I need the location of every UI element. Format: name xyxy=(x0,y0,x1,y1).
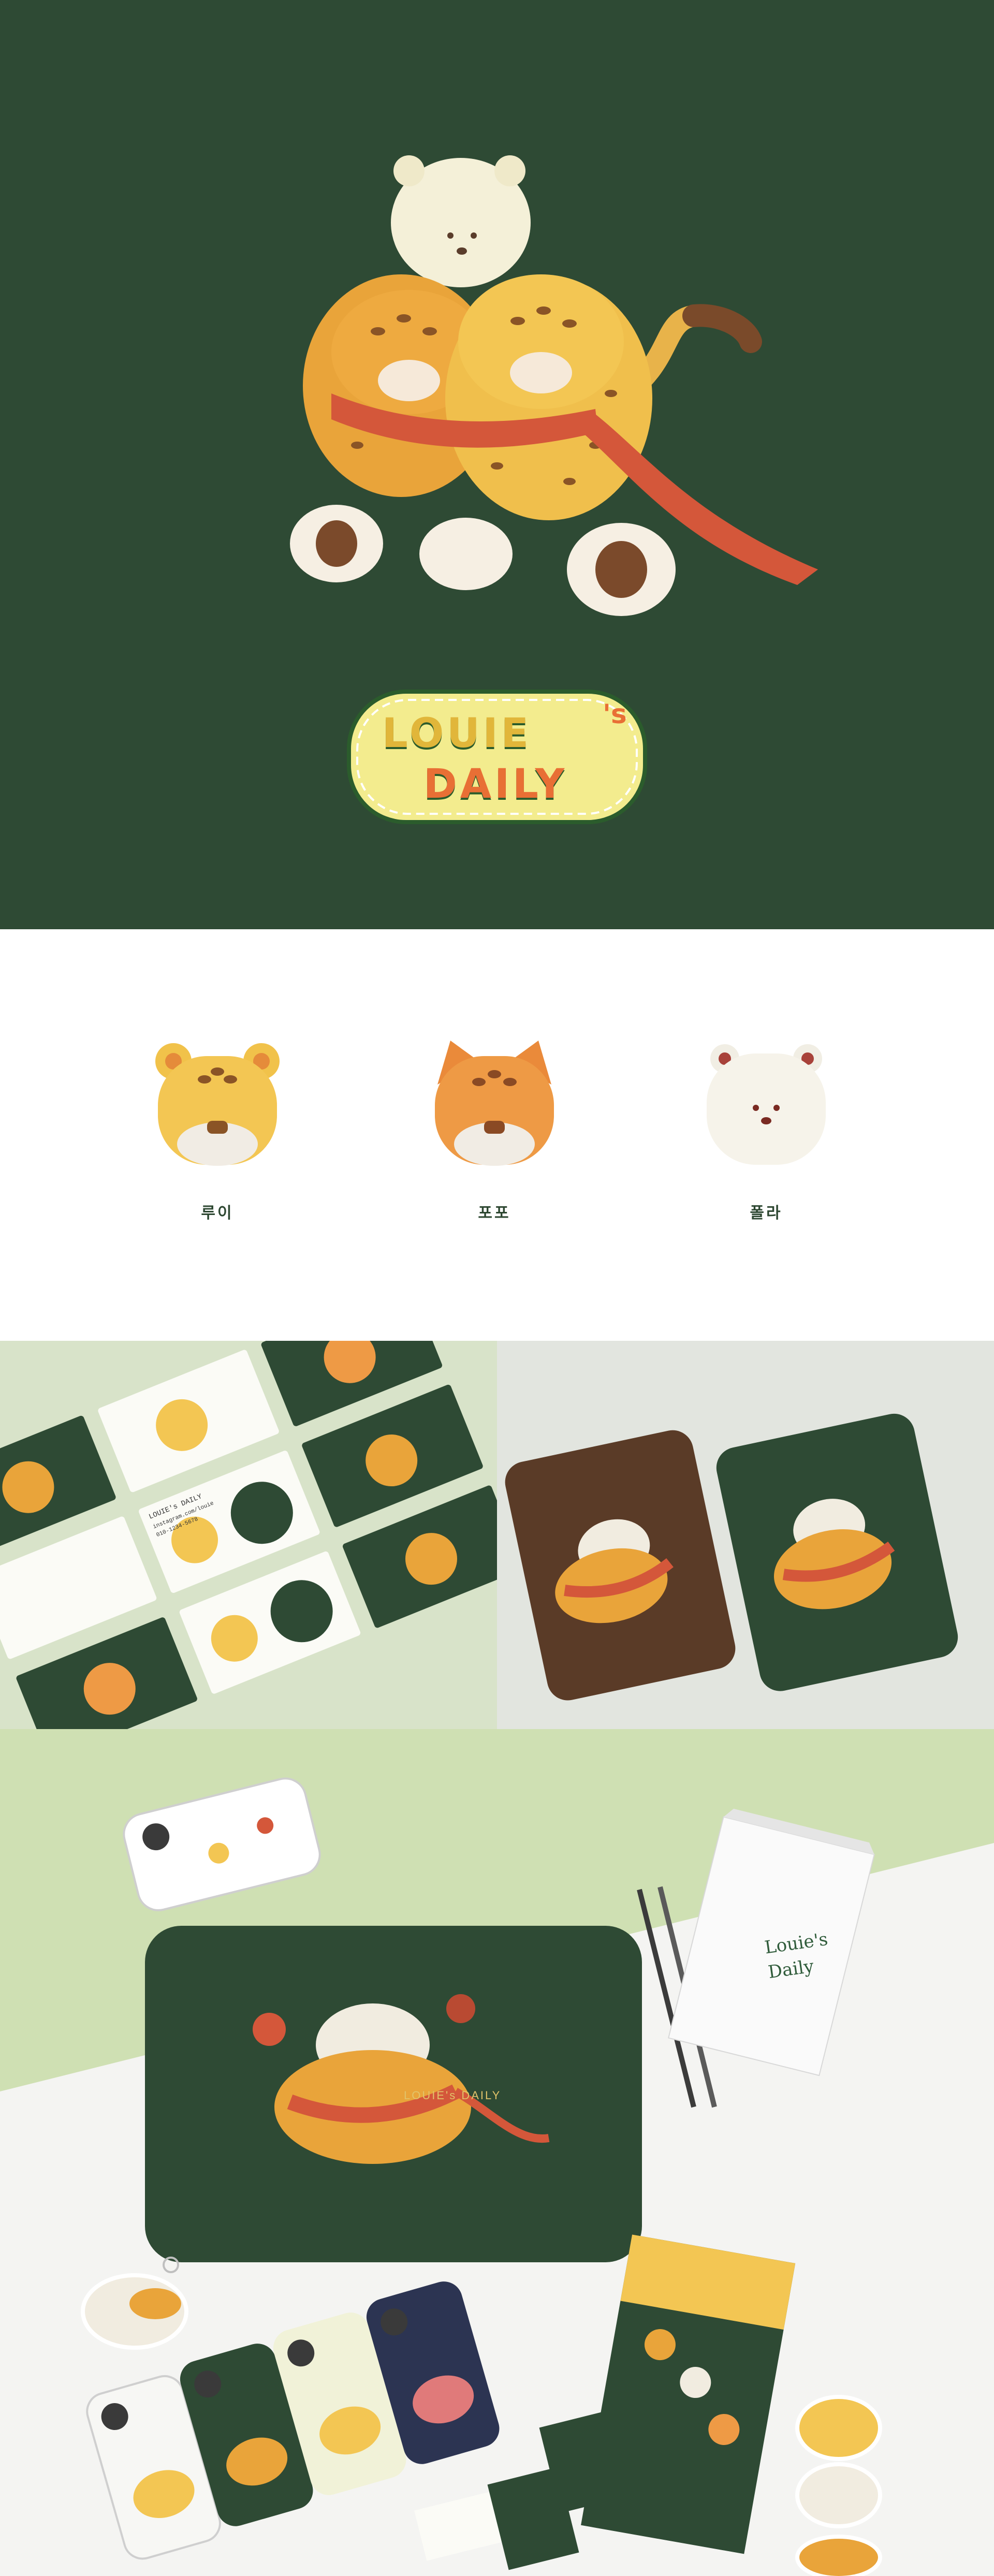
acrylic-keychain-3 xyxy=(795,2462,882,2528)
logo-text-apostrophe: 's xyxy=(603,699,627,730)
character-pola: 폴라 xyxy=(699,1030,834,1223)
character-name-popo: 포포 xyxy=(478,1204,511,1222)
character-louie: 루이 xyxy=(150,1030,285,1223)
acrylic-keychain-4 xyxy=(795,2535,882,2576)
polar-bear-ear-right xyxy=(494,155,525,186)
notebook-handwriting: Louie's Daily xyxy=(763,1927,833,1985)
laptop-sleeve xyxy=(145,1926,642,2262)
polar-bear-icon xyxy=(699,1030,834,1170)
logo-text-daily: DAILY xyxy=(423,761,568,808)
brown-sleeve xyxy=(505,1430,736,1701)
tail-tip xyxy=(682,304,762,353)
hero-section: LOUIE 's DAILY xyxy=(0,0,994,929)
merchandise-flatlay: LOUIE's DAILY Louie's Daily xyxy=(0,1729,994,2576)
character-popo: 포포 xyxy=(427,1030,562,1223)
polar-bear-ear-left xyxy=(393,155,425,186)
laptop-sleeves-mockup xyxy=(497,1341,994,1729)
brand-logo: LOUIE 's DAILY xyxy=(346,689,648,825)
yellow-leopard-icon xyxy=(150,1030,285,1170)
character-name-pola: 폴라 xyxy=(750,1204,783,1222)
logo-text-louie: LOUIE xyxy=(382,710,532,757)
middle-foot xyxy=(419,518,513,590)
acrylic-keychain-2 xyxy=(795,2395,882,2461)
orange-leopard-icon xyxy=(427,1030,562,1170)
business-cards-mockup: LOUIE's DAILY instagram.com/louie 010-12… xyxy=(0,1341,497,1729)
character-name-louie: 루이 xyxy=(201,1204,234,1222)
sleeve-logo-text: LOUIE's DAILY xyxy=(404,2089,502,2102)
green-sleeve xyxy=(716,1413,958,1691)
characters-section: 루이 포포 폴라 xyxy=(0,929,994,1341)
phone-case-top xyxy=(123,1777,321,1911)
